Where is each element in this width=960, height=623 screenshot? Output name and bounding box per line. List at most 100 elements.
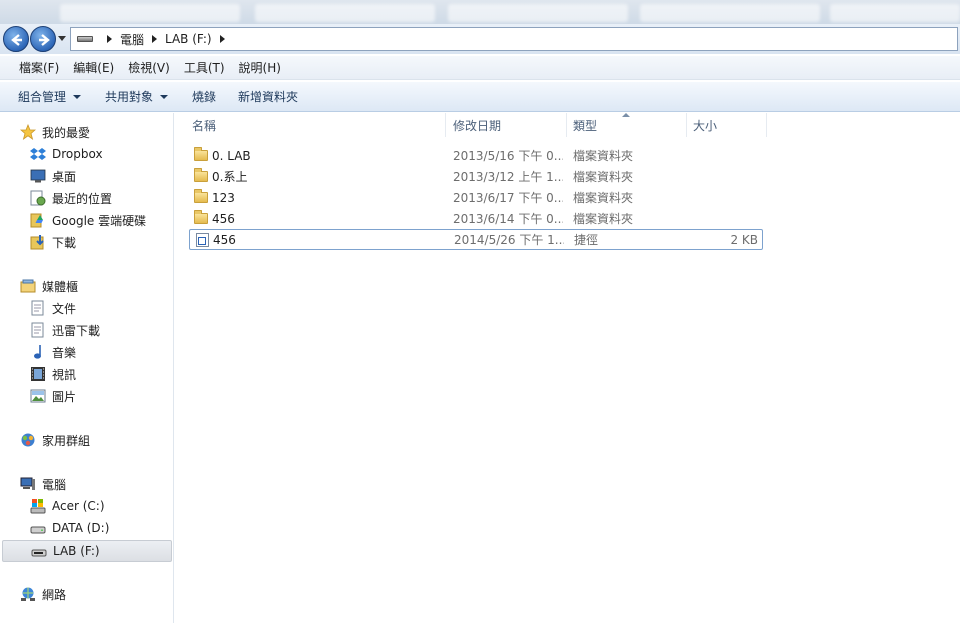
chevron-right-icon[interactable]	[152, 35, 158, 43]
nav-libraries[interactable]: 媒體櫃	[20, 275, 192, 297]
star-icon	[20, 124, 36, 140]
nav-homegroup[interactable]: 家用群組	[20, 429, 192, 451]
column-size-label: 大小	[693, 118, 718, 133]
column-header-name[interactable]: 名稱	[186, 113, 446, 137]
address-row: 電腦 LAB (F:)	[0, 24, 960, 54]
menu-view[interactable]: 檢視(V)	[121, 59, 177, 76]
breadcrumb-lab-drive[interactable]: LAB (F:)	[165, 32, 212, 46]
chevron-right-icon[interactable]	[219, 35, 225, 43]
network-icon	[21, 587, 35, 601]
command-bar: 組合管理 共用對象 燒錄 新增資料夾	[0, 82, 960, 112]
file-date: 2013/6/14 下午 0...	[453, 212, 563, 226]
nav-libraries-label: 媒體櫃	[42, 279, 79, 294]
hard-drive-icon	[30, 526, 46, 534]
nav-item-label: 文件	[52, 301, 77, 316]
recent-places-icon	[30, 190, 46, 206]
caret-down-icon	[160, 94, 169, 99]
desktop-icon	[30, 169, 46, 183]
menu-help[interactable]: 說明(H)	[232, 59, 288, 76]
folder-icon	[194, 147, 210, 162]
shortcut-icon	[195, 233, 211, 247]
nav-item-drive-f[interactable]: LAB (F:)	[2, 540, 172, 562]
column-date-label: 修改日期	[453, 118, 502, 133]
folder-icon	[194, 168, 210, 183]
file-name: 456	[212, 211, 235, 226]
file-row[interactable]: 123 2013/6/17 下午 0... 檔案資料夾	[189, 187, 763, 208]
folder-icon	[194, 189, 210, 204]
file-row[interactable]: 456 2014/5/26 下午 1... 捷徑 2 KB	[189, 229, 763, 250]
file-date: 2014/5/26 下午 1...	[454, 233, 564, 247]
back-button[interactable]	[3, 26, 29, 52]
music-icon	[34, 345, 41, 359]
file-row[interactable]: 0. LAB 2013/5/16 下午 0... 檔案資料夾	[189, 145, 763, 166]
nav-network-label: 網路	[42, 587, 67, 602]
burn-button[interactable]: 燒錄	[186, 88, 228, 105]
video-icon	[31, 367, 45, 381]
libraries-icon	[20, 279, 36, 293]
menu-bar: 檔案(F) 編輯(E) 檢視(V) 工具(T) 說明(H)	[0, 56, 960, 80]
nav-item-label: 下載	[52, 235, 77, 250]
file-date: 2013/3/12 上午 1...	[453, 170, 563, 184]
file-size: 2 KB	[730, 232, 758, 247]
nav-item-label: 圖片	[52, 389, 77, 404]
nav-item-label: Google 雲端硬碟	[52, 213, 147, 228]
drive-icon	[77, 36, 93, 42]
navigation-pane: 我的最愛 Dropbox 桌面 最近的位置 Google 雲端硬碟 下載 媒體櫃…	[0, 113, 174, 623]
computer-icon	[20, 477, 35, 490]
file-row[interactable]: 0.系上 2013/3/12 上午 1... 檔案資料夾	[189, 166, 763, 187]
new-folder-button[interactable]: 新增資料夾	[232, 88, 310, 105]
share-label: 共用對象	[105, 90, 154, 104]
nav-item-label: Acer (C:)	[52, 499, 105, 513]
google-drive-icon	[30, 213, 43, 228]
file-type: 檔案資料夾	[573, 191, 634, 205]
document-icon	[31, 300, 44, 316]
file-type: 捷徑	[574, 233, 599, 247]
nav-computer-label: 電腦	[42, 477, 67, 492]
caret-down-icon	[73, 94, 82, 99]
file-type: 檔案資料夾	[573, 212, 634, 226]
nav-item-label: DATA (D:)	[52, 521, 110, 535]
back-arrow-icon	[11, 34, 22, 46]
folder-download-icon	[31, 322, 44, 338]
file-date: 2013/6/17 下午 0...	[453, 191, 563, 205]
menu-file[interactable]: 檔案(F)	[12, 59, 66, 76]
menu-edit[interactable]: 編輯(E)	[66, 59, 121, 76]
pictures-icon	[30, 389, 46, 403]
file-row[interactable]: 456 2013/6/14 下午 0... 檔案資料夾	[189, 208, 763, 229]
column-header-date[interactable]: 修改日期	[447, 113, 567, 137]
sort-ascending-icon	[622, 113, 630, 117]
menu-tools[interactable]: 工具(T)	[177, 59, 232, 76]
nav-item-label: Dropbox	[52, 147, 103, 161]
file-name: 0.系上	[212, 170, 248, 184]
recent-pages-dropdown[interactable]	[58, 36, 66, 41]
nav-computer[interactable]: 電腦	[20, 473, 192, 495]
organize-button[interactable]: 組合管理	[12, 88, 93, 105]
nav-item-label: 迅雷下載	[52, 323, 101, 338]
breadcrumb-computer[interactable]: 電腦	[120, 31, 144, 48]
file-name: 123	[212, 190, 235, 205]
chevron-right-icon[interactable]	[107, 35, 112, 43]
column-name-label: 名稱	[192, 118, 217, 133]
forward-arrow-icon	[39, 34, 50, 46]
file-name: 0. LAB	[212, 148, 251, 163]
address-bar[interactable]: 電腦 LAB (F:)	[70, 27, 958, 51]
column-header-size[interactable]: 大小	[687, 113, 767, 137]
file-name: 456	[213, 232, 236, 247]
downloads-icon	[30, 235, 44, 250]
dropbox-icon	[30, 148, 46, 160]
nav-item-label: 視訊	[52, 367, 77, 382]
file-date: 2013/5/16 下午 0...	[453, 149, 563, 163]
background-tab-strip	[0, 0, 960, 26]
nav-item-label: 桌面	[52, 169, 77, 184]
nav-network[interactable]: 網路	[20, 583, 192, 605]
column-type-label: 類型	[573, 118, 598, 133]
forward-button[interactable]	[30, 26, 56, 52]
nav-item-label: 音樂	[52, 345, 77, 360]
homegroup-icon	[21, 433, 35, 447]
share-with-button[interactable]: 共用對象	[99, 88, 180, 105]
file-type: 檔案資料夾	[573, 149, 634, 163]
file-type: 檔案資料夾	[573, 170, 634, 184]
nav-favorites[interactable]: 我的最愛	[20, 121, 192, 143]
removable-drive-icon	[31, 549, 47, 557]
organize-label: 組合管理	[18, 90, 67, 104]
